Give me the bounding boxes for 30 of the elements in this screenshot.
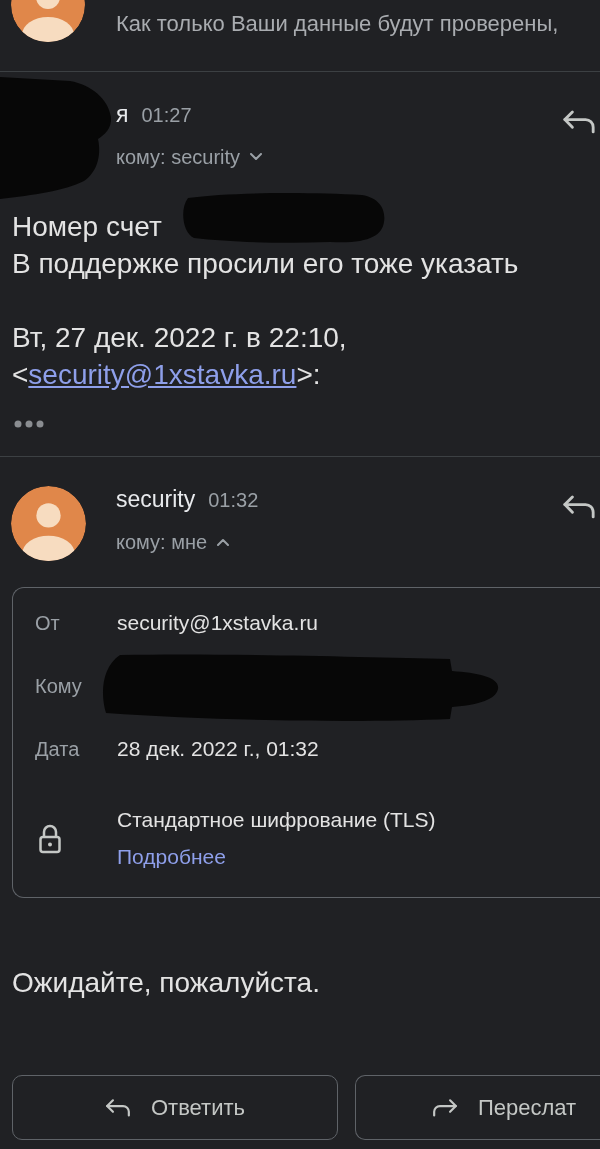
avatar-icon: [11, 0, 85, 42]
recipients-toggle[interactable]: кому: мне: [116, 529, 230, 555]
message-text: Ожидайте, пожалуйста.: [12, 966, 320, 1000]
field-label: От: [35, 611, 60, 636]
reply-arrow-icon: [562, 494, 596, 519]
reply-arrow-icon: [104, 1098, 131, 1117]
message-text: Номер счет: [12, 210, 162, 244]
sender-name: я: [116, 100, 129, 128]
quote-attribution: Вт, 27 дек. 2022 г. в 22:10, <security@1xstavka.ru>:: [12, 321, 347, 392]
field-value: 28 дек. 2022 г., 01:32: [117, 736, 319, 762]
lock-icon: [38, 823, 62, 854]
message-text: В поддержке просили его тоже указать: [12, 247, 519, 281]
encryption-info: Стандартное шифрование (TLS): [117, 807, 436, 833]
reply-button[interactable]: [562, 494, 596, 519]
reply-button[interactable]: Ответить: [12, 1075, 338, 1140]
forward-button[interactable]: Переслат: [355, 1075, 600, 1140]
message-time: 01:32: [208, 488, 259, 513]
recipients-toggle[interactable]: кому: security: [116, 144, 263, 170]
field-label: Кому: [35, 674, 82, 699]
email-link[interactable]: security@1xstavka.ru: [28, 359, 297, 390]
message-snippet: Как только Ваши данные будут проверены,: [116, 10, 559, 38]
message-time: 01:27: [141, 103, 192, 128]
more-dots-icon[interactable]: [14, 420, 44, 428]
field-value: security@1xstavka.ru: [117, 610, 319, 636]
field-label: Дата: [35, 737, 80, 762]
sender-name: security: [116, 485, 196, 513]
learn-more-link[interactable]: Подробнее: [117, 843, 226, 871]
forward-arrow-icon: [432, 1098, 458, 1117]
reply-arrow-icon: [562, 109, 596, 134]
reply-button[interactable]: [562, 109, 596, 134]
